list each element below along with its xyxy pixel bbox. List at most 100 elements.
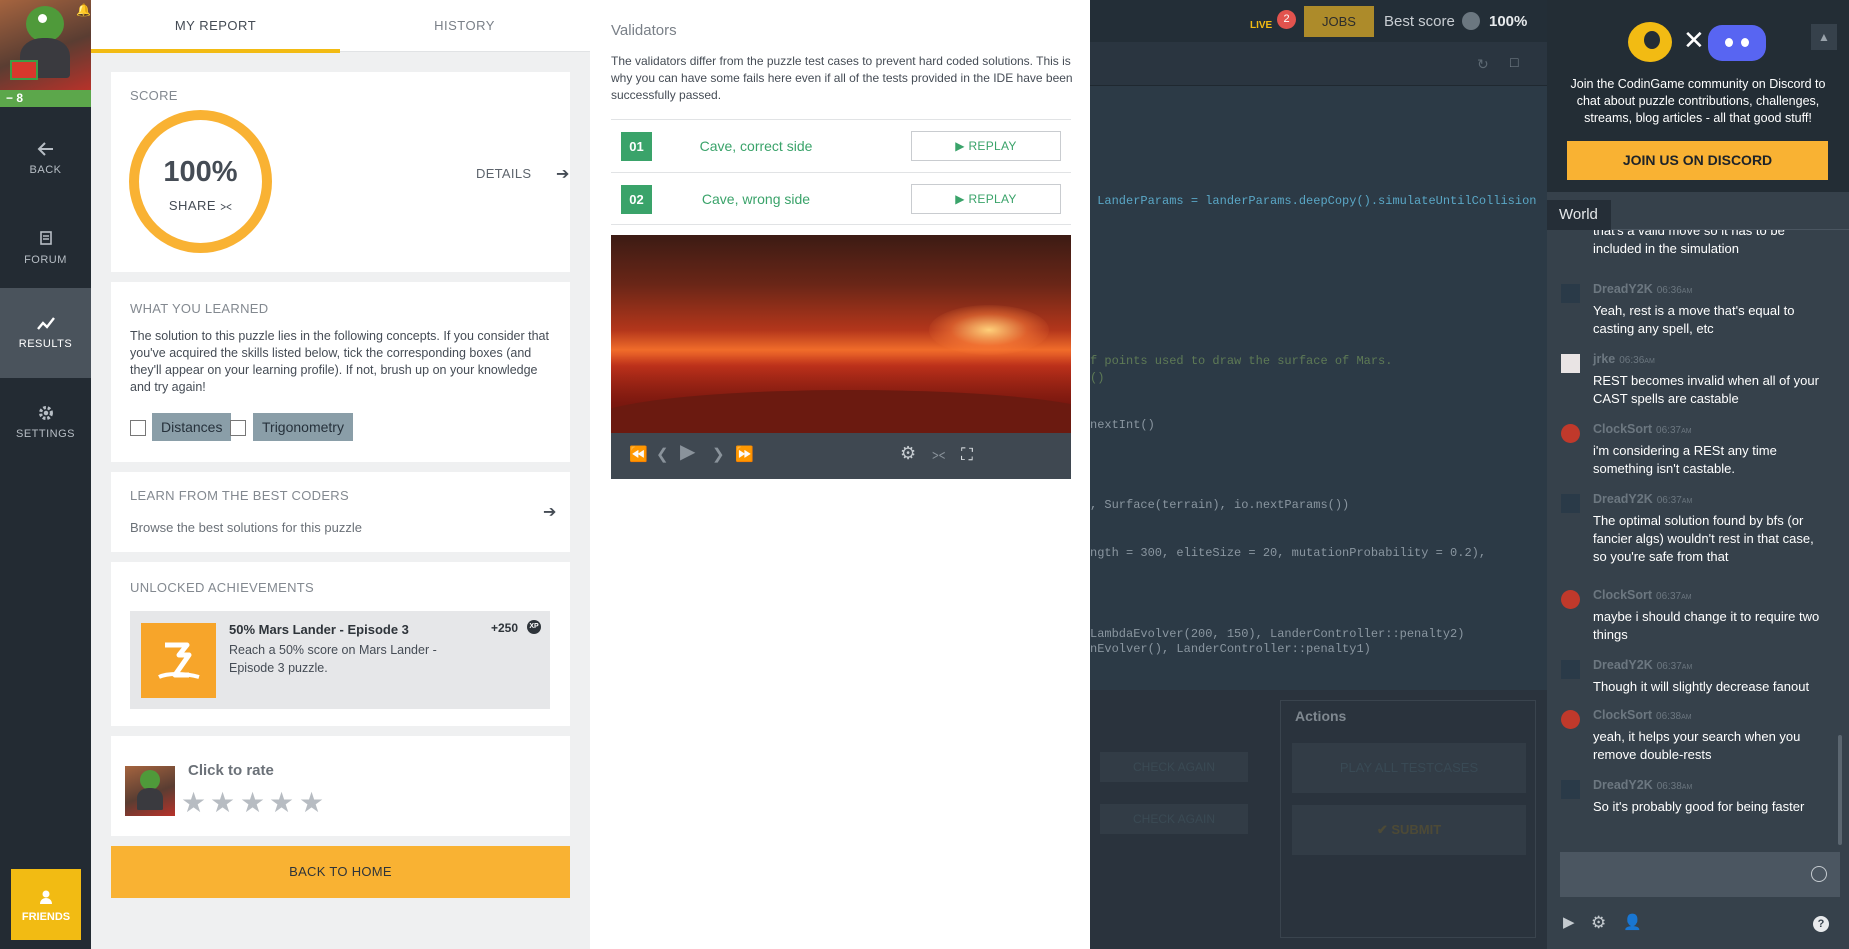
- details-link[interactable]: DETAILS: [476, 166, 531, 181]
- chat-username[interactable]: ClockSort: [1593, 588, 1652, 602]
- chat-message-header: DreadY2K 06:37AM: [1593, 492, 1692, 506]
- gear-icon[interactable]: ⚙: [900, 444, 916, 462]
- validators-panel: Validators The validators differ from th…: [590, 0, 1090, 949]
- replay-button[interactable]: ▶ REPLAY: [911, 131, 1061, 161]
- arrow-right-icon[interactable]: ➔: [543, 502, 556, 522]
- notification-bell-icon[interactable]: 🔔: [76, 4, 91, 16]
- star-icon[interactable]: ★: [181, 789, 207, 817]
- chat-username[interactable]: jrke: [1593, 352, 1615, 366]
- tab-my-report[interactable]: MY REPORT: [91, 0, 340, 53]
- nav-back-label: BACK: [29, 164, 62, 176]
- gear-icon[interactable]: ⚙: [1591, 914, 1606, 932]
- chat-message-header: DreadY2K 06:36AM: [1593, 282, 1692, 296]
- replay-viewer[interactable]: [611, 235, 1071, 433]
- tab-history[interactable]: HISTORY: [340, 0, 589, 52]
- user-icon: [40, 890, 52, 904]
- star-icon[interactable]: ★: [240, 789, 266, 817]
- validator-name: Cave, wrong side: [701, 191, 811, 207]
- fullscreen-icon[interactable]: ⛶: [961, 446, 973, 464]
- chat-scrollbar[interactable]: [1838, 735, 1842, 845]
- chat-message-header: ClockSort 06:37AM: [1593, 422, 1692, 436]
- friends-button[interactable]: FRIENDS: [11, 869, 81, 940]
- chat-avatar[interactable]: [1561, 710, 1580, 729]
- chat-tab-world[interactable]: World: [1547, 200, 1611, 230]
- skip-to-start-icon[interactable]: ⏪: [629, 446, 648, 464]
- chat-avatar[interactable]: [1561, 354, 1580, 373]
- ide-background: LIVE 2 JOBS Best score 100% ↻ □ LanderPa…: [1090, 0, 1547, 949]
- chat-avatar[interactable]: [1561, 424, 1580, 443]
- results-chart-icon: [36, 317, 55, 330]
- maximize-icon[interactable]: □: [1510, 54, 1518, 70]
- chat-timestamp: 06:37AM: [1656, 591, 1692, 602]
- code-line: (): [1090, 371, 1105, 385]
- achievement-description: Reach a 50% score on Mars Lander - Episo…: [229, 643, 437, 675]
- star-icon[interactable]: ★: [210, 789, 236, 817]
- play-icon: ▶: [955, 139, 965, 153]
- arrow-right-icon[interactable]: ➔: [556, 164, 569, 184]
- jobs-button[interactable]: JOBS: [1304, 6, 1374, 37]
- step-back-icon[interactable]: ❮: [656, 446, 669, 464]
- user-avatar[interactable]: 🔔: [0, 0, 91, 90]
- chat-message-text: So it's probably good for being faster: [1593, 799, 1805, 814]
- chat-timestamp: 06:37AM: [1656, 495, 1693, 506]
- join-discord-button[interactable]: JOIN US ON DISCORD: [1567, 141, 1828, 180]
- emoji-icon[interactable]: [1811, 866, 1827, 882]
- chat-message-header: ClockSort 06:38AM: [1593, 708, 1692, 722]
- concept-checkbox-trigonometry[interactable]: [230, 420, 246, 436]
- chat-message-text: Though it will slightly decrease fanout: [1593, 679, 1810, 694]
- code-line: nEvolver(), LanderController::penalty1): [1090, 642, 1371, 656]
- chat-username[interactable]: DreadY2K: [1593, 658, 1653, 672]
- send-icon[interactable]: ▶: [1563, 914, 1575, 932]
- best-coders-card[interactable]: LEARN FROM THE BEST CODERS Browse the be…: [111, 472, 570, 552]
- user-icon[interactable]: 👤: [1623, 914, 1642, 932]
- chat-avatar[interactable]: [1561, 284, 1580, 303]
- chat-username[interactable]: DreadY2K: [1593, 492, 1653, 506]
- help-icon[interactable]: ?: [1813, 916, 1829, 932]
- step-forward-icon[interactable]: ❯: [712, 446, 725, 464]
- score-bar-icon: [1462, 12, 1480, 30]
- chat-message-text: yeah, it helps your search when you remo…: [1593, 729, 1801, 762]
- best-score-label: Best score: [1384, 13, 1455, 30]
- nav-forum-label: FORUM: [24, 254, 67, 266]
- star-icon[interactable]: ★: [299, 789, 325, 817]
- chat-username[interactable]: ClockSort: [1593, 422, 1652, 436]
- back-to-home-button[interactable]: BACK TO HOME: [111, 846, 570, 898]
- code-line: f points used to draw the surface of Mar…: [1090, 354, 1393, 368]
- chat-username[interactable]: DreadY2K: [1593, 282, 1653, 296]
- nav-back[interactable]: BACK: [0, 114, 91, 204]
- chat-avatar[interactable]: [1561, 780, 1580, 799]
- chat-message-text: maybe i should change it to require two …: [1593, 609, 1820, 642]
- chat-avatar[interactable]: [1561, 494, 1580, 513]
- validator-row: 01 Cave, correct side ▶ REPLAY: [611, 119, 1071, 172]
- nav-results[interactable]: RESULTS: [0, 288, 91, 378]
- share-icon[interactable]: ⪥: [932, 446, 945, 464]
- play-all-testcases-button[interactable]: PLAY ALL TESTCASES: [1292, 743, 1526, 793]
- submit-button[interactable]: ✔ SUBMIT: [1292, 805, 1526, 855]
- chat-username[interactable]: ClockSort: [1593, 708, 1652, 722]
- chat-username[interactable]: DreadY2K: [1593, 778, 1653, 792]
- chat-input[interactable]: [1560, 852, 1840, 897]
- arrow-left-icon: [37, 142, 53, 156]
- nav-forum[interactable]: FORUM: [0, 204, 91, 294]
- cross-icon: ✕: [1683, 25, 1705, 55]
- check-again-button[interactable]: CHECK AGAIN: [1100, 752, 1248, 782]
- chevron-up-icon[interactable]: ▲: [1811, 24, 1837, 50]
- chat-timestamp: 06:37AM: [1656, 425, 1692, 436]
- share-button[interactable]: SHARE ⪥: [139, 198, 262, 214]
- chat-timestamp: 06:36AM: [1619, 355, 1655, 366]
- skip-to-end-icon[interactable]: ⏩: [735, 446, 754, 464]
- replay-button[interactable]: ▶ REPLAY: [911, 184, 1061, 214]
- star-icon[interactable]: ★: [269, 789, 295, 817]
- level-badge: − 8: [6, 91, 24, 105]
- learned-title: WHAT YOU LEARNED: [130, 301, 269, 316]
- live-icon[interactable]: LIVE: [1250, 10, 1276, 32]
- chat-avatar[interactable]: [1561, 590, 1580, 609]
- chat-avatar[interactable]: [1561, 660, 1580, 679]
- check-again-button[interactable]: CHECK AGAIN: [1100, 804, 1248, 834]
- refresh-icon[interactable]: ↻: [1477, 56, 1489, 73]
- rating-card: Click to rate ★ ★ ★ ★ ★: [111, 736, 570, 836]
- play-icon[interactable]: ▶: [680, 442, 695, 462]
- chat-messages: that's a valid move so it has to be incl…: [1547, 230, 1849, 835]
- nav-settings[interactable]: SETTINGS: [0, 378, 91, 468]
- concept-checkbox-distances[interactable]: [130, 420, 146, 436]
